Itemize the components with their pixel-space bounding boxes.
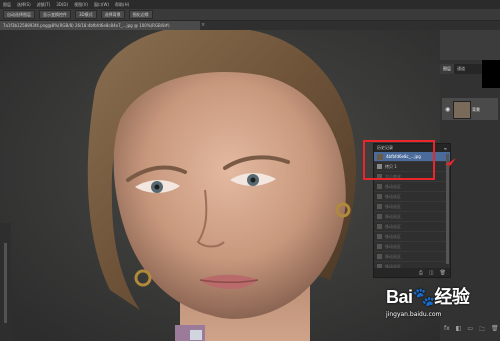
history-item-label: 移动选区 bbox=[385, 233, 401, 239]
new-layer-icon[interactable]: ▭ bbox=[467, 325, 473, 335]
history-item-label: 移动选区 bbox=[385, 253, 401, 259]
refine-edge-button[interactable]: 细化边缘 bbox=[128, 10, 153, 19]
history-step-icon bbox=[377, 244, 382, 249]
history-item-label: 移动选区 bbox=[385, 243, 401, 249]
menu-item-help[interactable]: 帮助(H) bbox=[115, 2, 129, 8]
history-item[interactable]: 移动选区 bbox=[374, 212, 450, 222]
history-item[interactable]: 移动选区 bbox=[374, 252, 450, 262]
left-scrollbar[interactable] bbox=[4, 243, 7, 323]
history-item[interactable]: 移动选区 bbox=[374, 202, 450, 212]
history-step-icon bbox=[377, 224, 382, 229]
menu-item-3d[interactable]: 3D(D) bbox=[56, 2, 68, 7]
history-item[interactable]: 移动选区 bbox=[374, 222, 450, 232]
layers-panel-footer: fx ◧ ▭ 🗀 🗑 bbox=[444, 325, 499, 335]
history-step-icon bbox=[377, 204, 382, 209]
close-icon[interactable]: × bbox=[201, 21, 205, 30]
layer-name: 背景 bbox=[472, 107, 480, 112]
trash-icon[interactable]: 🗑 bbox=[491, 325, 499, 335]
options-bar: 自动选择图层 显示变换控件 3D模式 选择背景 细化边缘 bbox=[0, 9, 500, 21]
history-item-label: 移动选区 bbox=[385, 223, 401, 229]
watermark-url: jingyan.baidu.com bbox=[386, 311, 442, 318]
highlight-box bbox=[363, 140, 435, 180]
snapshot-icon[interactable]: ◫ bbox=[429, 270, 434, 276]
new-document-icon[interactable]: ⎙ bbox=[419, 270, 423, 276]
history-step-icon bbox=[377, 214, 382, 219]
document-tab-bar: 7a1f3b1258893f4.png@8%(RGB/8) 26/18:4bfb… bbox=[0, 21, 500, 30]
left-panel-strip bbox=[0, 223, 11, 341]
red-arrow-icon bbox=[445, 158, 456, 169]
history-item-label: 移动选区 bbox=[385, 203, 401, 209]
menu-item-filter[interactable]: 滤镜(T) bbox=[37, 2, 51, 8]
folder-icon[interactable]: 🗀 bbox=[479, 325, 485, 335]
show-transform-option[interactable]: 显示变换控件 bbox=[39, 10, 71, 19]
history-item[interactable]: 移动选区 bbox=[374, 242, 450, 252]
panel-menu-icon[interactable]: ≡ bbox=[444, 146, 447, 151]
trash-icon[interactable]: 🗑 bbox=[440, 270, 446, 276]
watermark-logo: Bai🐾经验 bbox=[386, 287, 470, 307]
history-item[interactable]: 移动选区 bbox=[374, 182, 450, 192]
auto-select-option[interactable]: 自动选择图层 bbox=[3, 10, 35, 19]
history-step-icon bbox=[377, 194, 382, 199]
menu-item-view[interactable]: 视图(V) bbox=[74, 2, 88, 8]
menu-item-layer[interactable]: 图层 bbox=[3, 2, 11, 8]
3d-mode-option[interactable]: 3D模式 bbox=[75, 10, 97, 19]
history-item-label: 移动选区 bbox=[385, 213, 401, 219]
menu-item-window[interactable]: 窗口(W) bbox=[94, 2, 109, 8]
tab-layers[interactable]: 图层 bbox=[440, 64, 454, 74]
history-step-icon bbox=[377, 254, 382, 259]
tab-channels[interactable]: 通道 bbox=[454, 64, 468, 74]
history-item-label: 移动选区 bbox=[385, 183, 401, 189]
document-tab[interactable]: 7a1f3b1258893f4.png@8%(RGB/8) 26/18:4bfb… bbox=[0, 21, 200, 30]
fx-icon[interactable]: fx bbox=[444, 325, 450, 335]
history-scrollbar[interactable] bbox=[446, 154, 449, 264]
history-item[interactable]: 移动选区 bbox=[374, 192, 450, 202]
layer-thumbnail bbox=[453, 101, 471, 119]
mask-icon[interactable]: ◧ bbox=[456, 325, 462, 335]
panel-preview-area bbox=[482, 60, 500, 88]
baidu-jingyan-watermark: Bai🐾经验 jingyan.baidu.com bbox=[386, 283, 470, 318]
history-panel-footer: ⎙ ◫ 🗑 bbox=[374, 268, 450, 277]
menu-bar: 图层 选择(S) 滤镜(T) 3D(D) 视图(V) 窗口(W) 帮助(H) bbox=[0, 0, 500, 9]
menu-item-select[interactable]: 选择(S) bbox=[17, 2, 31, 8]
select-subject-button[interactable]: 选择背景 bbox=[100, 10, 125, 19]
history-item-label: 移动选区 bbox=[385, 193, 401, 199]
history-step-icon bbox=[377, 184, 382, 189]
eye-icon[interactable]: ◉ bbox=[445, 106, 450, 113]
history-item[interactable]: 移动选区 bbox=[374, 232, 450, 242]
history-step-icon bbox=[377, 234, 382, 239]
